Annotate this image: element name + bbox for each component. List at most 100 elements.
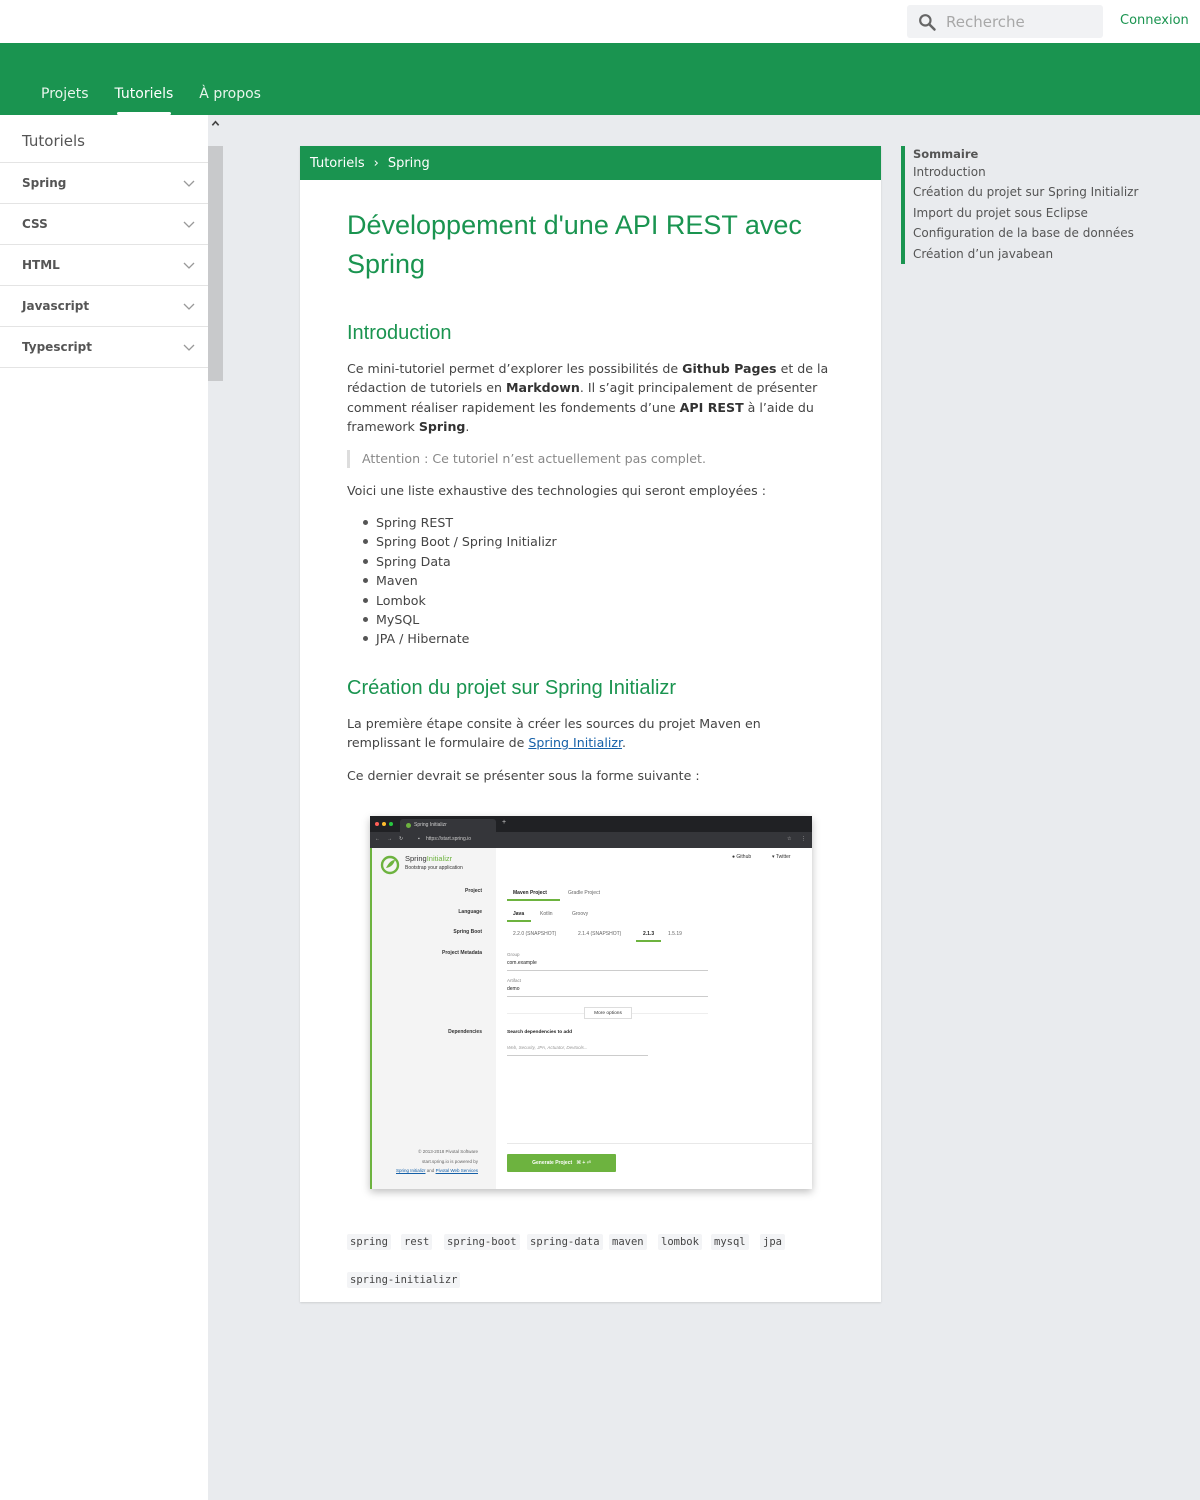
chevron-down-icon [183, 180, 195, 187]
toc-item-introduction[interactable]: Introduction [913, 162, 1141, 182]
list-intro: Voici une liste exhaustive des technolog… [347, 482, 766, 498]
scroll-up-arrow[interactable] [208, 115, 223, 131]
tag[interactable]: spring-data [527, 1234, 603, 1250]
breadcrumb: Tutoriels › Spring [300, 146, 881, 180]
url-text: https://start.spring.io [426, 836, 472, 842]
project-label: Project [465, 888, 482, 894]
twitter-link[interactable]: ▾ Twitter [772, 854, 791, 860]
boot-version-option[interactable]: 2.1.3 [643, 931, 654, 937]
toc-item-configuration-bdd[interactable]: Configuration de la base de données [913, 223, 1141, 243]
divider [507, 1055, 648, 1056]
artifact-label: Artifact [507, 978, 522, 983]
list-item: Spring Boot / Spring Initializr [363, 532, 834, 551]
sidebar-item-css[interactable]: CSS [0, 204, 208, 245]
spring-favicon-icon [406, 823, 411, 828]
artifact-input[interactable]: demo [507, 986, 520, 992]
more-options-button[interactable]: More options [584, 1007, 632, 1019]
scrollbar-thumb[interactable] [208, 146, 223, 381]
login-link[interactable]: Connexion [1120, 13, 1189, 28]
spring-initializr-link[interactable]: Spring Initializr [528, 735, 622, 750]
github-icon: ● [732, 854, 736, 860]
toc-item-javabean[interactable]: Création d’un javabean [913, 244, 1141, 264]
list-item: JPA / Hibernate [363, 629, 834, 648]
spring-initializr-screenshot: Spring Initializr + ← → ↻ ▪ https://star… [370, 816, 812, 1189]
spring-boot-label: Spring Boot [453, 929, 482, 935]
sidebar-item-label: Typescript [22, 340, 92, 354]
tag[interactable]: maven [609, 1234, 647, 1250]
dependencies-label: Dependencies [448, 1029, 482, 1035]
sidebar-item-spring[interactable]: Spring [0, 163, 208, 204]
kotlin-option[interactable]: Kotlin [540, 911, 553, 917]
new-tab-icon: + [502, 819, 507, 826]
tag[interactable]: mysql [711, 1234, 749, 1250]
tag[interactable]: spring-boot [444, 1234, 520, 1250]
close-dot-icon [375, 822, 379, 826]
spring-leaf-icon [380, 855, 400, 875]
tag[interactable]: jpa [760, 1234, 785, 1250]
tag[interactable]: spring [347, 1234, 391, 1250]
chevron-down-icon [183, 221, 195, 228]
nav-projets[interactable]: Projets [41, 86, 89, 102]
sidebar-item-label: Spring [22, 176, 67, 190]
chevron-down-icon [183, 344, 195, 351]
initializr-side-panel: SpringInitializr Bootstrap your applicat… [370, 848, 496, 1189]
search-box[interactable] [907, 5, 1103, 38]
generate-project-button[interactable]: Generate Project ⌘ + ⏎ [507, 1154, 616, 1172]
gradle-project-option[interactable]: Gradle Project [568, 890, 600, 896]
search-input[interactable] [946, 12, 1096, 31]
sidebar-title: Tutoriels [0, 115, 208, 163]
nav-a-propos[interactable]: À propos [199, 86, 261, 102]
toc-item-creation-projet[interactable]: Création du projet sur Spring Initializr [913, 182, 1141, 202]
boot-version-option[interactable]: 2.1.4 (SNAPSHOT) [578, 931, 621, 937]
breadcrumb-root[interactable]: Tutoriels [310, 156, 365, 171]
toc-title: Sommaire [913, 147, 979, 161]
dependencies-search-label: Search dependencies to add [507, 1030, 573, 1035]
initializr-brand: SpringInitializr [405, 854, 453, 863]
github-link[interactable]: ● Github [732, 854, 751, 860]
section-heading-initializr: Création du projet sur Spring Initializr [347, 676, 677, 699]
twitter-icon: ▾ [772, 854, 775, 860]
language-label: Language [458, 909, 482, 915]
project-metadata-label: Project Metadata [441, 950, 482, 956]
sidebar-item-html[interactable]: HTML [0, 245, 208, 286]
java-option[interactable]: Java [513, 911, 524, 917]
intro-heading: Introduction [347, 322, 452, 344]
sidebar-item-typescript[interactable]: Typescript [0, 327, 208, 368]
list-item: Spring Data [363, 552, 834, 571]
browser-tab: Spring Initializr [400, 819, 496, 832]
dependencies-search-input[interactable]: Web, Security, JPA, Actuator, Devtools..… [507, 1045, 588, 1050]
menu-icon: ⋮ [801, 836, 806, 842]
groovy-option[interactable]: Groovy [572, 911, 588, 917]
tag[interactable]: rest [401, 1234, 433, 1250]
group-input[interactable]: com.example [507, 960, 537, 966]
technology-list: Spring REST Spring Boot / Spring Initial… [347, 513, 834, 649]
article-content: Développement d'une API REST avec Spring… [300, 180, 881, 785]
search-icon [919, 13, 936, 31]
site-banner [0, 43, 1200, 115]
divider [507, 970, 708, 971]
sidebar-item-label: CSS [22, 217, 48, 231]
chevron-up-icon [211, 119, 220, 126]
back-icon: ← [375, 836, 380, 842]
list-item: MySQL [363, 610, 834, 629]
toc-item-import-eclipse[interactable]: Import du projet sous Eclipse [913, 203, 1141, 223]
divider [507, 1143, 812, 1144]
lock-icon: ▪ [418, 836, 420, 842]
main-nav: Projets Tutoriels À propos [41, 86, 287, 115]
boot-version-option[interactable]: 1.5.19 [668, 931, 682, 937]
sidebar: Tutoriels Spring CSS HTML Javascript Typ… [0, 115, 208, 1500]
nav-tutoriels[interactable]: Tutoriels [115, 86, 173, 115]
selected-underline [636, 940, 661, 942]
breadcrumb-current[interactable]: Spring [388, 156, 430, 171]
boot-version-option[interactable]: 2.2.0 (SNAPSHOT) [513, 931, 556, 937]
browser-url-bar: ← → ↻ ▪ https://start.spring.io ☆ ⋮ [370, 832, 812, 848]
maven-project-option[interactable]: Maven Project [513, 890, 547, 896]
selected-underline [507, 920, 531, 922]
top-header: Connexion [0, 0, 1200, 43]
table-of-contents: Sommaire Introduction Création du projet… [901, 146, 1141, 265]
sidebar-item-javascript[interactable]: Javascript [0, 286, 208, 327]
tag[interactable]: lombok [658, 1234, 702, 1250]
warning-quote: Attention : Ce tutoriel n’est actuelleme… [347, 449, 834, 468]
tag[interactable]: spring-initializr [347, 1272, 461, 1288]
list-item: Maven [363, 571, 834, 590]
